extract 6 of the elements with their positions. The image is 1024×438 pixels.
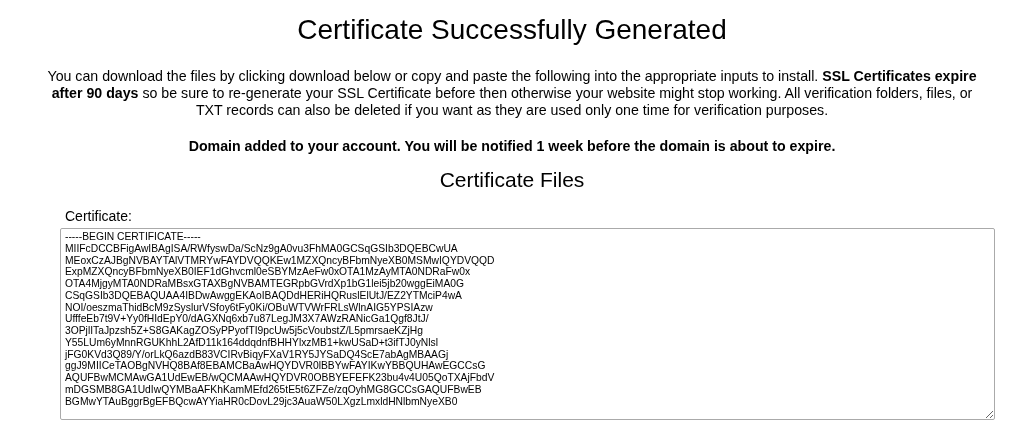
certificate-field[interactable]: -----BEGIN CERTIFICATE----- MIIFcDCCBFigAwIBAgISA/RWfyswDa/ScNz9gA0vu3FhMA0GCSqGSIb3DQEBCwUA MEoxCzAJBgNVBAYTAlVTMRYwFAYDVQQKEw1MZXQncyBFbmNyeXB0MSMwIQYDVQQD ExpMZXQncyBFbmNyeXB0IEF1dGhvcml0eSBYMzAeFw0xOTA1MzAyMTA0NDRaFw0x OTA4MjgyMTA0NDRaMBsxGTAXBgNVBAMTEGRpbGVrdXp1bG1lei5jb20wggEiMA0G CSqGSIb3DQEBAQUAA4IBDwAwggEKAoIBAQDdHERiHQRuslElUtJ/EZ2YTMciP4wA NOI/oeszmaThidBcM9zSyslurVSfoy6tFy0Ki/OBuWTVWrFRLsWlnAIG5YPSIAzw UfffeEb7t9V+Yy0fHIdEpY0/dAGXNq6xb7u87LegJM3X7AWzRANicGa1Qgf8JtJ/ 3OPjlITaJpzsh5Z+S8GAKagZOSyPPyofTI9pcUw5j5cVoubstZ/L5pmrsaeKZjHg Y55LUm6yMnnRGUKhhL2AfD11k164ddqdnfBHHYlxzMB1+kwUSaD+t3ifTJ0yNlsl jFG0KVd3Q89/Y/orLkQ6azdB83VCIRvBiqyFXaV1RY5JYSaDQ4ScE7abAgMBAAGj ggJ9MIICeTAOBgNVHQ8BAf8EBAMCBaAwHQYDVR0lBBYwFAYIKwYBBQUHAwEGCCsG AQUFBwMCMAwGA1UdEwEB/wQCMAAwHQYDVR0OBBYEFEFK23bu4v4U05QoTXAjFbdV mDGSMB8GA1UdIwQYMBaAFKhKamMEfd265tE5t6ZFZe/zqOyhMG8GCCsGAQUFBwEB BGMwYTAuBggrBgEFBQcwAYYiaHR0cDovL29jc3AuaW50LXgzLmxldHNlbmNyeXB0 bbox=[60, 228, 995, 420]
section-heading: Certificate Files bbox=[439, 168, 585, 192]
page-title: Certificate Successfully Generated bbox=[297, 14, 727, 46]
certificate-label: Certificate: bbox=[65, 208, 133, 224]
intro-paragraph: You can download the files by clicking download below or copy and paste the following into the appropriate inputs to install. SSL Certificates expire after 90 days so be sure to re-generate your SSL Certificate before then otherwise your website might stop working. All verification folders, files, or TXT records can also be deleted if you want as they are used only one time for verification purposes. bbox=[46, 68, 978, 119]
domain-notice: Domain added to your account. You will be notified 1 week before the domain is about to expire. bbox=[188, 138, 836, 154]
